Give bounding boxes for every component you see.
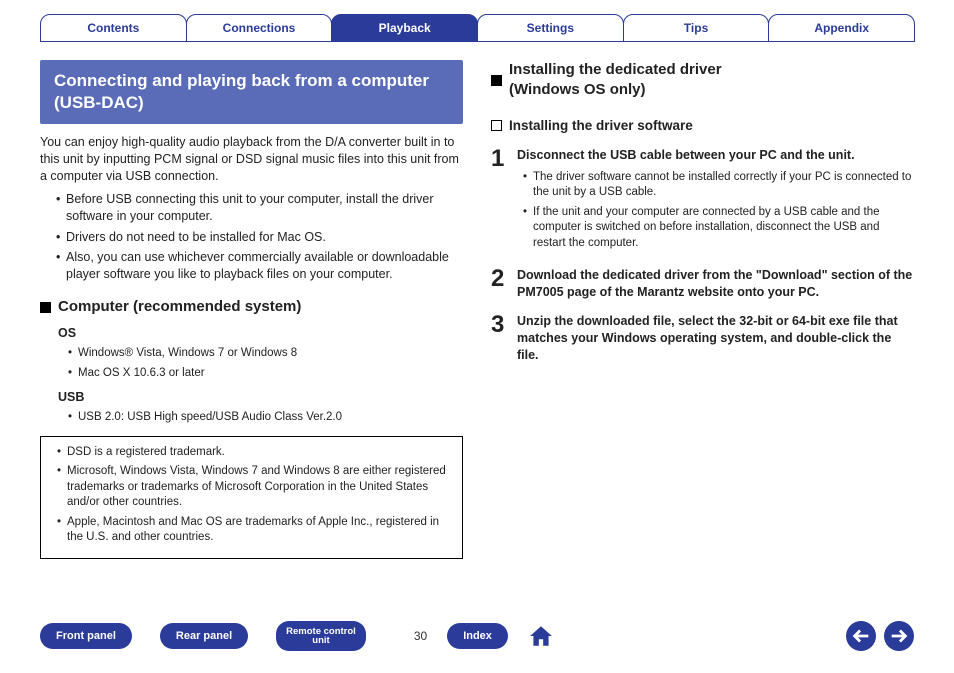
manual-page: Contents Connections Playback Settings T… bbox=[0, 0, 954, 673]
step-body: Download the dedicated driver from the "… bbox=[517, 267, 914, 301]
step-2: 2 Download the dedicated driver from the… bbox=[491, 267, 914, 301]
bullet-item: Mac OS X 10.6.3 or later bbox=[68, 366, 463, 382]
right-column: Installing the dedicated driver (Windows… bbox=[491, 60, 914, 559]
tab-contents[interactable]: Contents bbox=[40, 14, 187, 42]
tab-tips[interactable]: Tips bbox=[623, 14, 770, 42]
square-outline-icon bbox=[491, 120, 502, 131]
remote-control-button[interactable]: Remote control unit bbox=[276, 621, 366, 651]
install-software-heading: Installing the driver software bbox=[491, 117, 914, 135]
bullet-item: Before USB connecting this unit to your … bbox=[56, 191, 463, 225]
bullet-item: The driver software cannot be installed … bbox=[523, 170, 914, 201]
home-icon[interactable] bbox=[528, 623, 554, 649]
bullet-item: DSD is a registered trademark. bbox=[57, 445, 452, 461]
pill-label: unit bbox=[312, 636, 329, 646]
tab-playback[interactable]: Playback bbox=[331, 14, 478, 42]
step-sub: The driver software cannot be installed … bbox=[517, 170, 914, 252]
step-number: 3 bbox=[491, 313, 517, 364]
install-driver-heading: Installing the dedicated driver (Windows… bbox=[491, 60, 914, 101]
step-text: Disconnect the USB cable between your PC… bbox=[517, 148, 855, 162]
usb-list: USB 2.0: USB High speed/USB Audio Class … bbox=[62, 410, 463, 426]
step-1: 1 Disconnect the USB cable between your … bbox=[491, 147, 914, 255]
tab-settings[interactable]: Settings bbox=[477, 14, 624, 42]
step-text: Download the dedicated driver from the "… bbox=[517, 268, 912, 299]
heading-text: (Windows OS only) bbox=[509, 81, 646, 98]
os-list: Windows® Vista, Windows 7 or Windows 8 M… bbox=[62, 346, 463, 381]
bullet-item: Microsoft, Windows Vista, Windows 7 and … bbox=[57, 464, 452, 511]
square-icon bbox=[40, 302, 51, 313]
trademark-notes: DSD is a registered trademark. Microsoft… bbox=[40, 436, 463, 559]
footer-nav: Front panel Rear panel Remote control un… bbox=[40, 621, 914, 651]
bullet-item: Windows® Vista, Windows 7 or Windows 8 bbox=[68, 346, 463, 362]
step-3: 3 Unzip the downloaded file, select the … bbox=[491, 313, 914, 364]
step-text: Unzip the downloaded file, select the 32… bbox=[517, 314, 898, 362]
step-body: Unzip the downloaded file, select the 32… bbox=[517, 313, 914, 364]
tab-connections[interactable]: Connections bbox=[186, 14, 333, 42]
section-title: Connecting and playing back from a compu… bbox=[40, 60, 463, 124]
prev-page-button[interactable] bbox=[846, 621, 876, 651]
intro-paragraph: You can enjoy high-quality audio playbac… bbox=[40, 134, 463, 185]
tab-appendix[interactable]: Appendix bbox=[768, 14, 915, 42]
bullet-item: USB 2.0: USB High speed/USB Audio Class … bbox=[68, 410, 463, 426]
step-number: 2 bbox=[491, 267, 517, 301]
bullet-item: Drivers do not need to be installed for … bbox=[56, 229, 463, 246]
content-columns: Connecting and playing back from a compu… bbox=[40, 60, 914, 559]
recommended-system-heading: Computer (recommended system) bbox=[40, 297, 463, 317]
step-body: Disconnect the USB cable between your PC… bbox=[517, 147, 914, 255]
bullet-item: If the unit and your computer are connec… bbox=[523, 205, 914, 252]
heading-text: Computer (recommended system) bbox=[58, 297, 301, 317]
square-icon bbox=[491, 75, 502, 86]
os-label: OS bbox=[58, 325, 463, 342]
next-page-button[interactable] bbox=[884, 621, 914, 651]
bullet-item: Apple, Macintosh and Mac OS are trademar… bbox=[57, 515, 452, 546]
heading-text: Installing the driver software bbox=[509, 117, 693, 135]
heading-text: Installing the dedicated driver bbox=[509, 61, 722, 78]
bullet-item: Also, you can use whichever commercially… bbox=[56, 249, 463, 283]
step-number: 1 bbox=[491, 147, 517, 255]
intro-bullets: Before USB connecting this unit to your … bbox=[50, 191, 463, 283]
top-tabs: Contents Connections Playback Settings T… bbox=[40, 14, 914, 42]
page-number: 30 bbox=[414, 629, 427, 643]
index-button[interactable]: Index bbox=[447, 623, 508, 649]
notes-list: DSD is a registered trademark. Microsoft… bbox=[51, 445, 452, 546]
left-column: Connecting and playing back from a compu… bbox=[40, 60, 463, 559]
usb-label: USB bbox=[58, 389, 463, 406]
front-panel-button[interactable]: Front panel bbox=[40, 623, 132, 649]
rear-panel-button[interactable]: Rear panel bbox=[160, 623, 248, 649]
